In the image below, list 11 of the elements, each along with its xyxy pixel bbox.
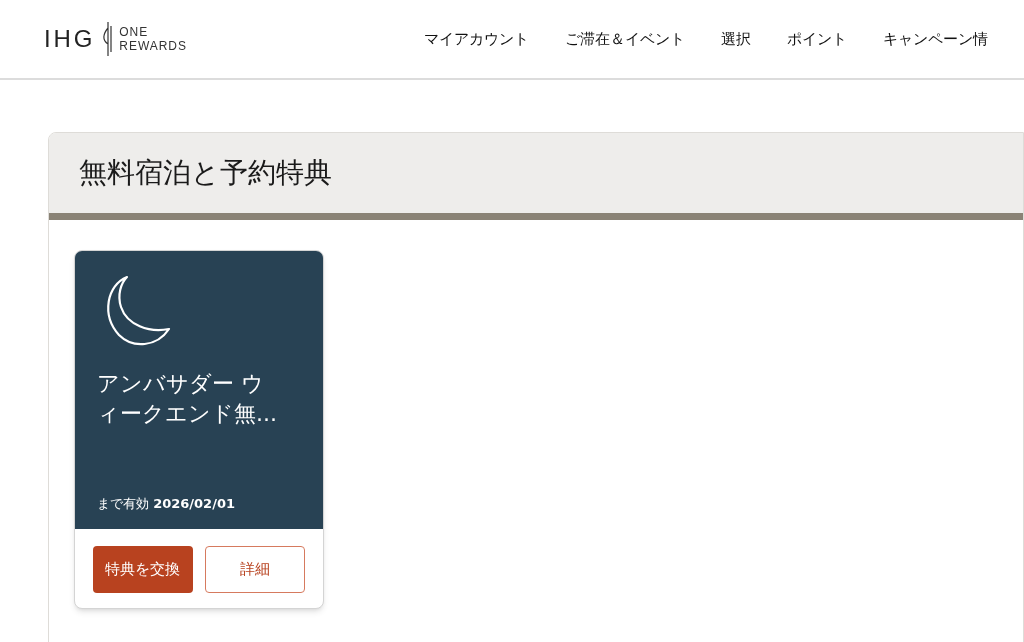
- card-title: アンバサダー ウィークエンド無...: [97, 370, 278, 428]
- nav-link[interactable]: マイアカウント: [424, 27, 529, 51]
- section-title: 無料宿泊と予約特典: [79, 155, 332, 191]
- validity-date: まで有効 2026/02/01: [97, 494, 236, 513]
- nav-link[interactable]: ポイント: [787, 27, 847, 51]
- nav-link[interactable]: 選択: [721, 27, 751, 51]
- redeem-button[interactable]: 特典を交換: [93, 546, 193, 593]
- details-button[interactable]: 詳細: [205, 546, 305, 593]
- nav-link[interactable]: ご滞在＆イベント: [565, 27, 685, 51]
- nav-link[interactable]: キャンペーン情: [883, 27, 988, 51]
- logo[interactable]: IHG ONE REWARDS: [44, 21, 224, 57]
